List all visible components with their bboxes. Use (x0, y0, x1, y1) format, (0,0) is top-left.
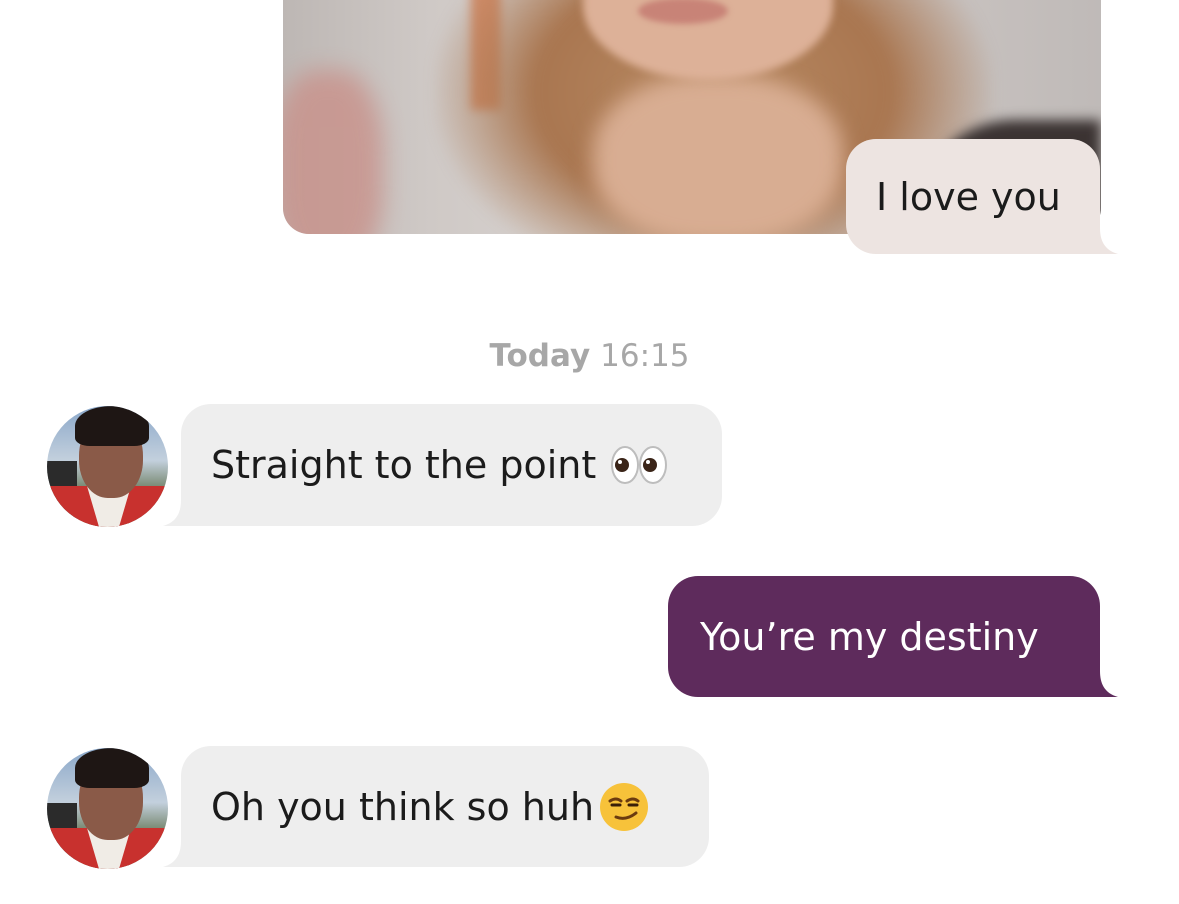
bubble-tail (163, 841, 197, 867)
message-text: I love you (876, 174, 1061, 219)
message-text: You’re my destiny (700, 614, 1039, 659)
eyes-emoji-icon (610, 445, 668, 485)
smirking-face-emoji-icon (598, 781, 650, 833)
bubble-tail (163, 500, 197, 526)
message-text: Oh you think so huh (211, 784, 595, 829)
bubble-tail (1084, 228, 1118, 254)
outgoing-message-bubble[interactable]: I love you (846, 139, 1118, 254)
incoming-message-bubble[interactable]: Oh you think so huh (163, 746, 709, 867)
avatar[interactable] (47, 748, 168, 869)
timestamp-time: 16:15 (600, 338, 690, 374)
avatar[interactable] (47, 406, 168, 527)
message-text: Straight to the point (211, 443, 597, 487)
timestamp-day: Today (489, 338, 591, 374)
photo-detail (283, 70, 383, 234)
outgoing-message-bubble[interactable]: You’re my destiny (668, 576, 1118, 697)
bubble-tail (1084, 671, 1118, 697)
incoming-message-bubble[interactable]: Straight to the point (163, 404, 722, 526)
avatar-detail (75, 406, 149, 446)
timestamp-divider: Today 16:15 (0, 338, 1179, 374)
photo-detail (593, 75, 843, 234)
avatar-detail (75, 748, 149, 788)
